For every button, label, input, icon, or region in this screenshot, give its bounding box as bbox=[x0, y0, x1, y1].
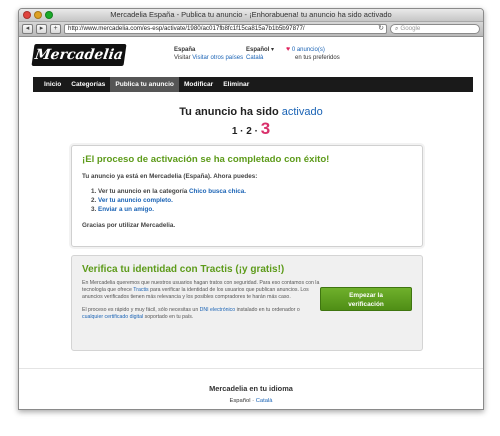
current-step: 3 bbox=[260, 119, 271, 138]
browser-toolbar: ◂ ▸ + http://www.mercadelia.com/es-esp/a… bbox=[19, 22, 483, 37]
refresh-icon[interactable]: ↻ bbox=[376, 25, 386, 33]
footer-lang-es[interactable]: Español bbox=[230, 398, 251, 404]
search-placeholder: Google bbox=[400, 25, 421, 32]
country-selector: España Visitar Visitar otros países bbox=[174, 46, 243, 62]
step-indicator: 1 · 2 · 3 bbox=[19, 119, 483, 139]
tractis-paragraph-1: En Mercadelia queremos que nuestros usua… bbox=[82, 280, 320, 300]
site-header: Mercadelia España Visitar Visitar otros … bbox=[19, 38, 483, 76]
list-item: Enviar a un amigo. bbox=[98, 205, 412, 214]
thanks-text: Gracias por utilizar Mercadelia. bbox=[82, 222, 176, 229]
status-title-prefix: Tu anuncio ha sido bbox=[179, 106, 279, 118]
nav-item-eliminar[interactable]: Eliminar bbox=[218, 77, 254, 92]
back-button[interactable]: ◂ bbox=[22, 24, 33, 34]
heart-icon: ♥ bbox=[286, 46, 291, 53]
next-steps-list: Ver tu anuncio en la categoría Chico bus… bbox=[98, 187, 412, 214]
success-intro: Tu anuncio ya está en Mercadelia (España… bbox=[82, 173, 258, 180]
success-box: ¡El proceso de activación se ha completa… bbox=[71, 145, 423, 247]
category-link[interactable]: Chico busca chica. bbox=[189, 188, 246, 195]
button-line-2: verificación bbox=[348, 301, 384, 308]
nav-item-modificar[interactable]: Modificar bbox=[179, 77, 218, 92]
footer-title: Mercadelia en tu idioma bbox=[209, 384, 293, 393]
browser-window: Mercadelia España - Publica tu anuncio -… bbox=[18, 8, 484, 410]
forward-button[interactable]: ▸ bbox=[36, 24, 47, 34]
success-heading: ¡El proceso de activación se ha completa… bbox=[82, 154, 330, 165]
add-bookmark-button[interactable]: + bbox=[50, 24, 61, 34]
language-link[interactable]: Català bbox=[246, 55, 263, 61]
tractis-link[interactable]: Tractis bbox=[133, 287, 148, 293]
list-item: Ver tu anuncio en la categoría Chico bus… bbox=[98, 187, 412, 196]
nav-item-publica[interactable]: Publica tu anuncio bbox=[110, 77, 179, 92]
desktop-background: Mercadelia España - Publica tu anuncio -… bbox=[0, 0, 500, 436]
tractis-heading: Verifica tu identidad con Tractis (¡y gr… bbox=[82, 264, 285, 275]
certificate-link[interactable]: cualquier certificado digital bbox=[82, 314, 143, 320]
url-text: http://www.mercadelia.com/es-esp/activat… bbox=[68, 25, 305, 32]
start-verification-button[interactable]: Empezar la verificación bbox=[320, 287, 412, 311]
footer-lang-ca[interactable]: Català bbox=[256, 398, 273, 404]
other-countries-link[interactable]: Visitar otros países bbox=[192, 55, 243, 61]
favorites-link[interactable]: 0 anuncio(s) bbox=[292, 47, 325, 53]
status-title: Tu anuncio ha sido activado bbox=[19, 106, 483, 118]
title-bar: Mercadelia España - Publica tu anuncio -… bbox=[19, 9, 483, 22]
tractis-box: Verifica tu identidad con Tractis (¡y gr… bbox=[71, 255, 423, 351]
search-field[interactable]: ⌕ Google bbox=[390, 24, 480, 34]
country-prefix: Visitar bbox=[174, 55, 193, 61]
favorites: ♥ 0 anuncio(s) en tus preferidos bbox=[286, 46, 340, 62]
mercadelia-logo[interactable]: Mercadelia bbox=[31, 44, 127, 66]
window-title: Mercadelia España - Publica tu anuncio -… bbox=[110, 10, 392, 19]
list-item: Ver tu anuncio completo. bbox=[98, 196, 412, 205]
footer-divider bbox=[19, 368, 483, 369]
main-nav: Inicio Categorías Publica tu anuncio Mod… bbox=[33, 77, 473, 92]
completed-steps: 1 · 2 · bbox=[231, 126, 258, 137]
nav-item-inicio[interactable]: Inicio bbox=[39, 77, 66, 92]
nav-item-categorias[interactable]: Categorías bbox=[66, 77, 110, 92]
favorites-suffix: en tus preferidos bbox=[295, 55, 340, 61]
status-highlight: activado bbox=[281, 106, 323, 118]
view-ad-link[interactable]: Ver tu anuncio completo. bbox=[98, 197, 173, 204]
language-selector: Español ▾ Català bbox=[246, 46, 274, 62]
footer-separator: · bbox=[252, 398, 255, 404]
dni-link[interactable]: DNI electrónico bbox=[200, 307, 235, 313]
button-line-1: Empezar la bbox=[349, 292, 383, 299]
address-bar[interactable]: http://www.mercadelia.com/es-esp/activat… bbox=[64, 24, 387, 34]
search-icon: ⌕ bbox=[395, 26, 399, 32]
country-label: España bbox=[174, 47, 196, 53]
footer-languages: Español · Català bbox=[19, 398, 483, 404]
send-friend-link[interactable]: Enviar a un amigo. bbox=[98, 206, 154, 213]
language-label: Español ▾ bbox=[246, 47, 275, 53]
web-page: Mercadelia España Visitar Visitar otros … bbox=[19, 38, 483, 409]
tractis-paragraph-2: El proceso es rápido y muy fácil, sólo n… bbox=[82, 307, 300, 320]
